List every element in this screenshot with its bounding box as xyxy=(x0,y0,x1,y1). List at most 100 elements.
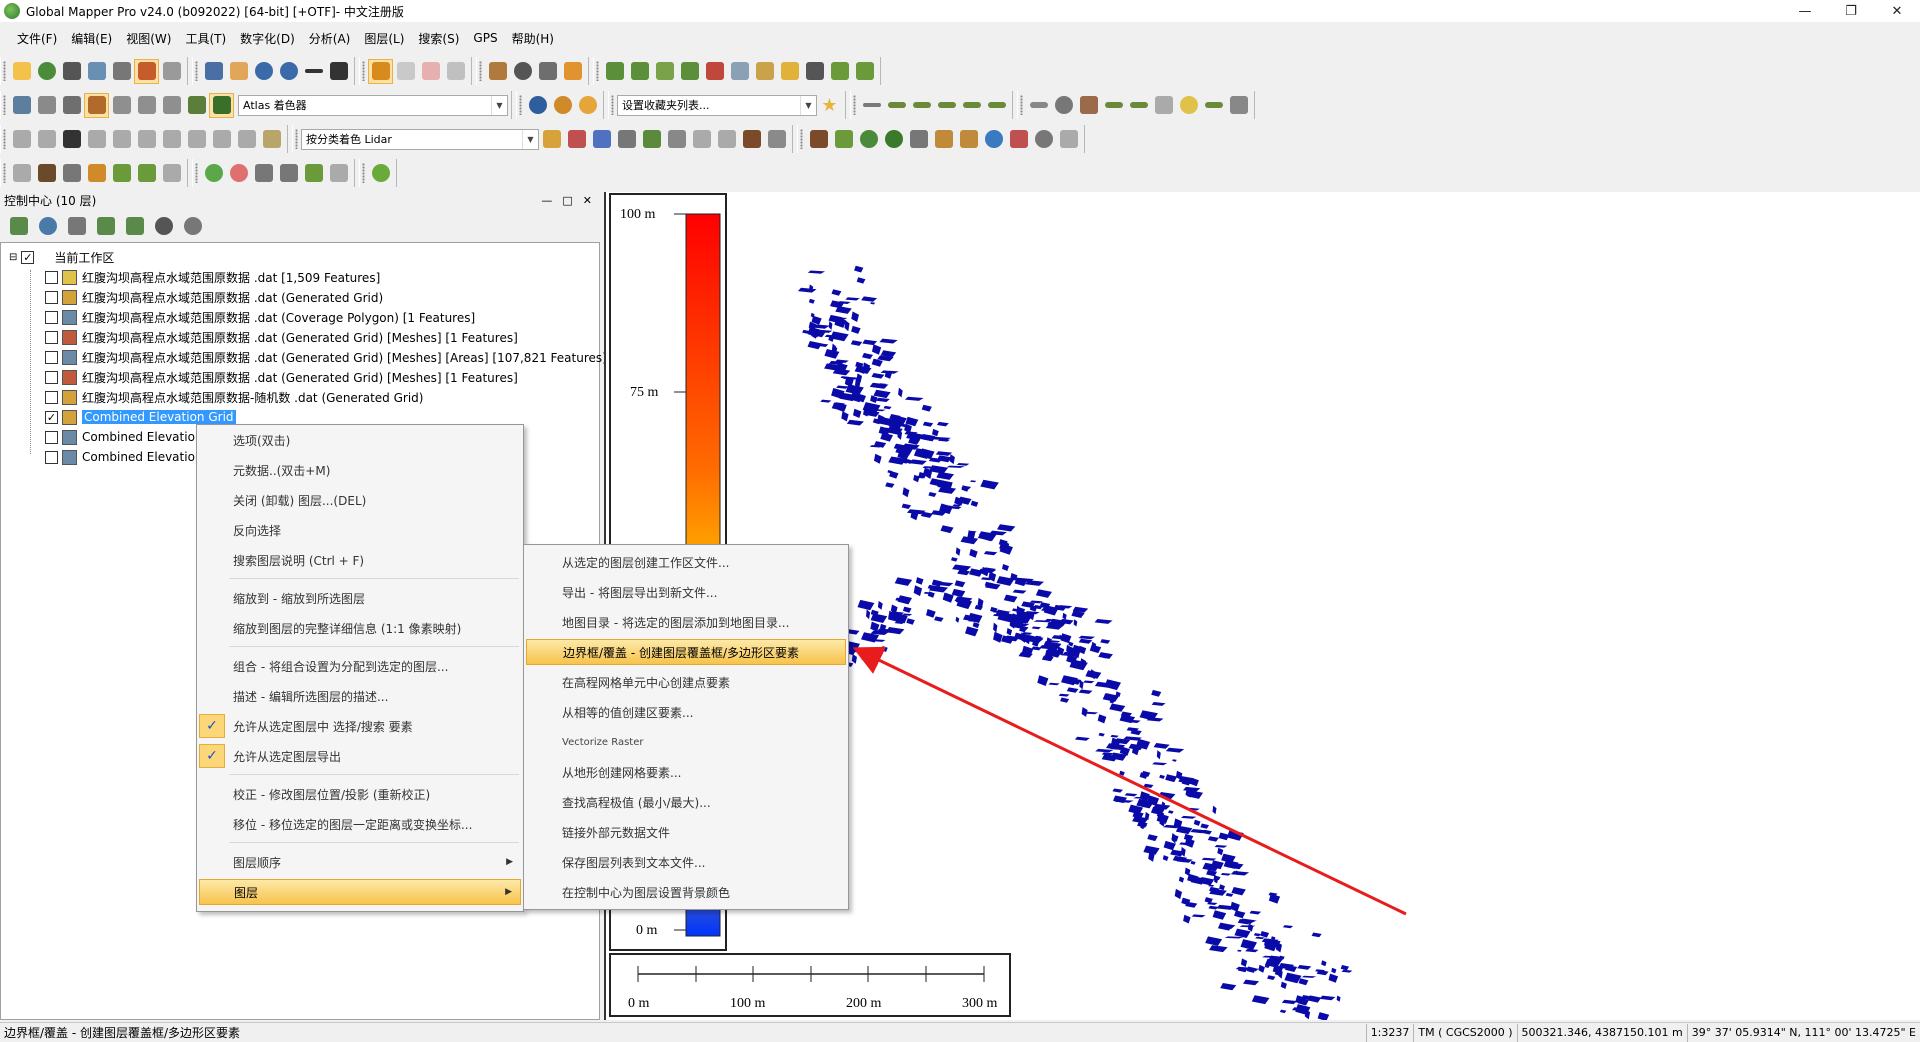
layer-row[interactable]: 红腹沟坝高程点水域范围原数据 .dat (Generated Grid) [Me… xyxy=(45,347,607,367)
edit-9-icon[interactable] xyxy=(1226,93,1251,118)
ctx-allow-select[interactable]: 允许从选定图层中 选择/搜索 要素 xyxy=(199,713,521,739)
globe-icon[interactable] xyxy=(34,59,59,84)
draw-2-icon[interactable] xyxy=(884,93,909,118)
layer-checkbox[interactable] xyxy=(45,270,58,284)
open-folder-icon[interactable] xyxy=(9,59,34,84)
terrain-1-icon[interactable] xyxy=(602,59,627,84)
vertex-3-icon[interactable] xyxy=(59,127,84,152)
root-checkbox[interactable]: ✓ xyxy=(21,250,35,264)
tree-root[interactable]: ⊟ ✓ 当前工作区 xyxy=(9,247,114,267)
gps-2-icon[interactable] xyxy=(34,161,59,186)
sub-find-extremes[interactable]: 查找高程极值 (最小/最大)... xyxy=(526,789,846,815)
vertical-icon[interactable] xyxy=(159,93,184,118)
vertex-8-icon[interactable] xyxy=(184,127,209,152)
noise-icon[interactable] xyxy=(1006,127,1031,152)
sub-link-metadata[interactable]: 链接外部元数据文件 xyxy=(526,819,846,845)
tree-icon[interactable] xyxy=(881,127,906,152)
layer-checkbox[interactable] xyxy=(45,290,58,304)
close-pane-icon[interactable]: ✕ xyxy=(583,194,592,207)
plugin-icon[interactable] xyxy=(368,161,393,186)
menu-digitize[interactable]: 数字化(D) xyxy=(233,30,302,47)
play-icon[interactable] xyxy=(201,161,226,186)
favorites-select[interactable]: 设置收藏夹列表... ▼ xyxy=(617,94,817,116)
moon-icon[interactable] xyxy=(575,93,600,118)
pan-hand-icon[interactable] xyxy=(226,59,251,84)
shader-icon[interactable] xyxy=(84,92,109,118)
menu-view[interactable]: 视图(W) xyxy=(119,30,178,47)
draw-4-icon[interactable] xyxy=(934,93,959,118)
vertex-6-icon[interactable] xyxy=(134,127,159,152)
atlas-icon[interactable] xyxy=(209,92,234,118)
edit-icon[interactable] xyxy=(443,59,468,84)
tower-icon[interactable] xyxy=(931,127,956,152)
menu-edit[interactable]: 编辑(E) xyxy=(64,30,119,47)
layer-row[interactable]: 红腹沟坝高程点水域范围原数据 .dat (Generated Grid) xyxy=(45,287,383,307)
gps-3-icon[interactable] xyxy=(59,161,84,186)
lidar-8-icon[interactable] xyxy=(739,127,764,152)
layer-row[interactable]: 红腹沟坝高程点水域范围原数据-随机数 .dat (Generated Grid) xyxy=(45,387,423,407)
vertex-4-icon[interactable] xyxy=(84,127,109,152)
lidar-7-icon[interactable] xyxy=(714,127,739,152)
view-1-icon[interactable] xyxy=(9,93,34,118)
vertex-1-icon[interactable] xyxy=(9,127,34,152)
search-lidar-icon[interactable] xyxy=(1031,127,1056,152)
sub-grid-points[interactable]: 在高程网格单元中心创建点要素 xyxy=(526,669,846,695)
home-icon[interactable] xyxy=(326,59,351,84)
edit-3-icon[interactable] xyxy=(1076,93,1101,118)
checkmark-icon[interactable] xyxy=(1201,93,1226,118)
terrain-2-icon[interactable] xyxy=(627,59,652,84)
path-profile-icon[interactable] xyxy=(535,59,560,84)
light-icon[interactable] xyxy=(109,93,134,118)
terrain-11-icon[interactable] xyxy=(852,59,877,84)
ctx-search-description[interactable]: 搜索图层说明 (Ctrl + F) xyxy=(199,547,521,573)
gps-6-icon[interactable] xyxy=(134,161,159,186)
view-3d-icon[interactable] xyxy=(59,93,84,118)
lidar-4-icon[interactable] xyxy=(639,127,664,152)
layer-search-icon[interactable] xyxy=(122,214,147,239)
layer-checkbox[interactable] xyxy=(45,310,58,324)
ctx-describe[interactable]: 描述 - 编辑所选图层的描述... xyxy=(199,683,521,709)
building-icon[interactable] xyxy=(906,127,931,152)
layer-row[interactable]: 红腹沟坝高程点水域范围原数据 .dat (Coverage Polygon) [… xyxy=(45,307,475,327)
track-1-icon[interactable] xyxy=(251,161,276,186)
zoom-out-icon[interactable] xyxy=(276,59,301,84)
terrain-9-icon[interactable] xyxy=(802,59,827,84)
ctx-layer[interactable]: 图层 ▶ xyxy=(199,879,521,905)
menu-help[interactable]: 帮助(H) xyxy=(505,30,561,47)
layer-add-icon[interactable] xyxy=(93,214,118,239)
pin-icon[interactable]: — xyxy=(541,194,552,207)
terrain-8-icon[interactable] xyxy=(777,59,802,84)
zoom-in-icon[interactable] xyxy=(251,59,276,84)
terrain-3-icon[interactable] xyxy=(652,59,677,84)
layer-checkbox[interactable] xyxy=(45,350,58,364)
class-1-icon[interactable] xyxy=(806,127,831,152)
zoom-layer-icon[interactable] xyxy=(6,214,31,239)
close-icon[interactable]: ✕ xyxy=(1874,0,1920,22)
layer-row[interactable]: 红腹沟坝高程点水域范围原数据 .dat (Generated Grid) [Me… xyxy=(45,327,518,347)
sub-background-color[interactable]: 在控制中心为图层设置背景颜色 xyxy=(526,879,846,905)
layer-row[interactable]: 红腹沟坝高程点水域范围原数据 .dat (Generated Grid) [Me… xyxy=(45,367,518,387)
track-2-icon[interactable] xyxy=(276,161,301,186)
export-icon[interactable] xyxy=(84,59,109,84)
terrain-4-icon[interactable] xyxy=(677,59,702,84)
save-icon[interactable] xyxy=(59,59,84,84)
track-3-icon[interactable] xyxy=(301,161,326,186)
terrain-5-icon[interactable] xyxy=(702,59,727,84)
sub-create-workspace[interactable]: 从选定的图层创建工作区文件... xyxy=(526,549,846,575)
water-level-icon[interactable] xyxy=(184,93,209,118)
class-3-icon[interactable] xyxy=(856,127,881,152)
gps-5-icon[interactable] xyxy=(109,161,134,186)
menu-tools[interactable]: 工具(T) xyxy=(178,30,233,47)
menu-file[interactable]: 文件(F) xyxy=(10,30,64,47)
sub-bounding-box[interactable]: 边界框/覆盖 - 创建图层覆盖框/多边形区要素 xyxy=(526,639,846,665)
attribute-table-icon[interactable] xyxy=(64,214,89,239)
ctx-layer-order[interactable]: 图层顺序 ▶ xyxy=(199,849,521,875)
gps-7-icon[interactable] xyxy=(159,161,184,186)
terrain-10-icon[interactable] xyxy=(827,59,852,84)
lidar-2-icon[interactable] xyxy=(589,127,614,152)
info-icon[interactable] xyxy=(510,59,535,84)
shader-select[interactable]: Atlas 着色器 ▼ xyxy=(238,94,508,116)
layer-visibility-icon[interactable] xyxy=(151,214,176,239)
layer-row[interactable]: Combined Elevation xyxy=(45,447,203,467)
collapse-icon[interactable]: ⊟ xyxy=(9,252,17,263)
